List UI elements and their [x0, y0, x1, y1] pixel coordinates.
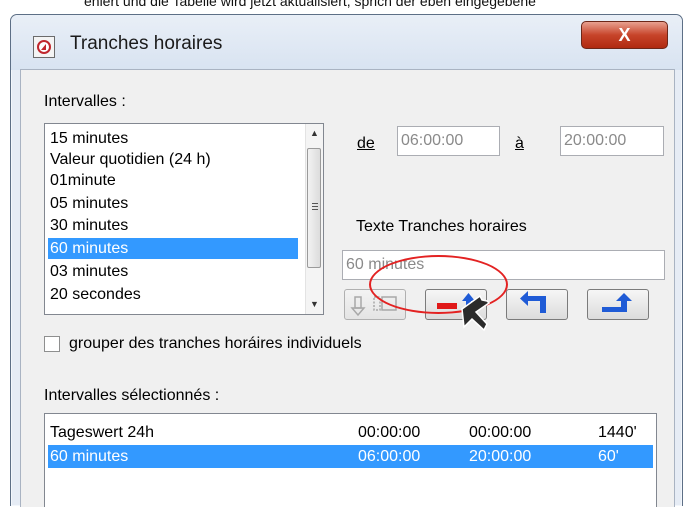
group-checkbox-label[interactable]: grouper des tranches horáires individuel… [69, 335, 362, 353]
to-label: à [515, 135, 524, 152]
title-bar[interactable]: Tranches horaires X [11, 15, 682, 70]
window-title: Tranches horaires [70, 33, 223, 54]
text-label: Texte Tranches horaires [356, 218, 527, 235]
scroll-down-arrow-icon[interactable]: ▼ [306, 296, 323, 313]
row-start: 06:00:00 [358, 448, 421, 465]
close-button[interactable]: X [581, 21, 668, 49]
selected-intervals-label: Intervalles sélectionnés : [44, 387, 220, 404]
background-caption-text: eniert und die Tabelle wird jetzt aktual… [0, 0, 688, 14]
list-item[interactable]: 15 minutes [48, 128, 298, 149]
row-end: 00:00:00 [469, 424, 532, 441]
row-name: Tageswert 24h [50, 424, 155, 441]
list-item[interactable]: 01minute [48, 170, 298, 191]
to-time-input[interactable]: 20:00:00 [560, 126, 664, 156]
move-left-icon [520, 291, 546, 313]
move-up-icon [602, 293, 632, 312]
from-time-input[interactable]: 06:00:00 [397, 126, 500, 156]
table-row-selected[interactable]: 60 minutes 06:00:00 20:00:00 60' [48, 445, 653, 468]
dialog-client-area: Intervalles : 15 minutes Valeur quotidie… [20, 69, 675, 507]
list-item-selected[interactable]: 60 minutes [48, 238, 298, 259]
selected-intervals-list[interactable]: Tageswert 24h 00:00:00 00:00:00 1440' 60… [44, 413, 657, 507]
list-item[interactable]: Valeur quotidien (24 h) [48, 149, 298, 170]
row-duration: 1440' [598, 424, 637, 441]
list-item[interactable]: 20 secondes [48, 284, 298, 305]
table-row[interactable]: Tageswert 24h 00:00:00 00:00:00 1440' [48, 421, 653, 444]
intervals-scrollbar[interactable]: ▲ ▼ [305, 124, 323, 314]
move-up-button[interactable] [587, 289, 649, 320]
row-start: 00:00:00 [358, 424, 421, 441]
dialog-window: Tranches horaires X Intervalles : 15 min… [10, 14, 683, 507]
list-item[interactable]: 05 minutes [48, 193, 298, 214]
scrollbar-thumb[interactable] [307, 148, 321, 268]
from-label: de [357, 135, 375, 152]
group-checkbox[interactable] [44, 336, 60, 352]
row-duration: 60' [598, 448, 619, 465]
row-end: 20:00:00 [469, 448, 532, 465]
intervals-listbox[interactable]: 15 minutes Valeur quotidien (24 h) 01min… [44, 123, 324, 315]
row-name: 60 minutes [50, 448, 129, 465]
intervals-label: Intervalles : [44, 93, 126, 110]
list-item[interactable]: 30 minutes [48, 215, 298, 236]
move-left-button[interactable] [506, 289, 568, 320]
scroll-up-arrow-icon[interactable]: ▲ [306, 125, 323, 142]
list-item[interactable]: 03 minutes [48, 261, 298, 282]
clock-icon [33, 36, 55, 58]
mouse-pointer-icon [461, 294, 490, 332]
